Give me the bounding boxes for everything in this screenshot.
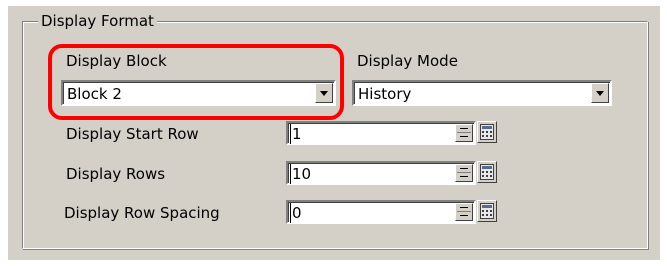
display-start-row-value: 1 — [290, 124, 302, 144]
calculator-icon — [480, 203, 494, 219]
display-start-row-input[interactable]: 1 — [286, 121, 476, 145]
display-block-label: Display Block — [66, 52, 167, 70]
display-mode-label: Display Mode — [357, 52, 458, 70]
display-row-spacing-value: 0 — [290, 203, 302, 223]
group-title: Display Format — [38, 11, 157, 31]
display-rows-label: Display Rows — [66, 165, 166, 183]
calculator-icon — [480, 164, 494, 180]
spinner-icon[interactable] — [455, 124, 473, 142]
rows-calculator-button[interactable] — [477, 161, 497, 183]
chevron-down-icon[interactable] — [591, 83, 609, 103]
calculator-icon — [480, 124, 494, 140]
start-row-calculator-button[interactable] — [477, 121, 497, 143]
display-block-select[interactable]: Block 2 — [61, 80, 336, 106]
display-row-spacing-input[interactable]: 0 — [286, 200, 476, 224]
display-start-row-label: Display Start Row — [66, 125, 199, 143]
spinner-icon[interactable] — [455, 164, 473, 182]
display-rows-value: 10 — [290, 164, 312, 184]
display-row-spacing-label: Display Row Spacing — [64, 204, 220, 222]
chevron-down-icon[interactable] — [315, 83, 333, 103]
display-mode-value: History — [358, 85, 412, 103]
display-rows-input[interactable]: 10 — [286, 161, 476, 185]
row-spacing-calculator-button[interactable] — [477, 200, 497, 222]
display-block-value: Block 2 — [67, 85, 122, 103]
display-mode-select[interactable]: History — [352, 80, 612, 106]
spinner-icon[interactable] — [455, 203, 473, 221]
